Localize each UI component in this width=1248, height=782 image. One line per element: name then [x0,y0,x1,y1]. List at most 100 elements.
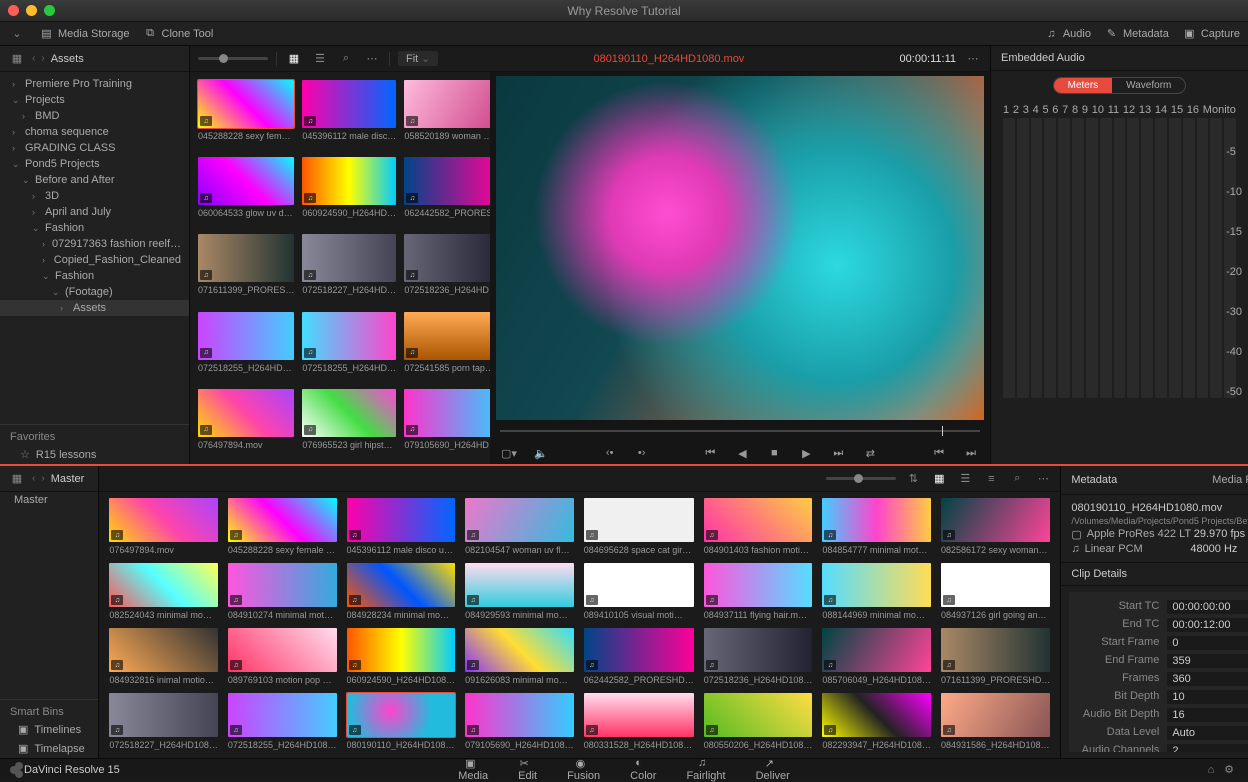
clip-thumbnail[interactable]: ♫072518255_H264HD… [198,312,294,379]
tree-item[interactable]: ⌄Pond5 Projects [0,156,189,172]
clip-thumbnail[interactable]: ♫060064533 glow uv d… [198,157,294,224]
pool-thumbnail[interactable]: ♫062442582_PRORESHD… [584,628,694,685]
pool-back-icon[interactable]: ‹ [32,473,35,484]
pool-thumbnail[interactable]: ♫089410105 visual moti… [584,563,694,620]
thumbnail-size-slider[interactable] [198,57,268,60]
clip-thumbnail[interactable]: ♫076497894.mov [198,389,294,456]
pool-thumbnail[interactable]: ♫091626083 minimal mo… [465,628,574,685]
app-logo[interactable]: DaVinci Resolve 15 [10,764,120,776]
pool-thumbnail[interactable]: ♫085706049_H264HD108… [822,628,931,685]
pool-thumbnail[interactable]: ♫084901403 fashion moti… [704,498,813,555]
prev-clip-icon[interactable]: ⏮ [930,444,948,462]
tree-item[interactable]: ›Assets [0,300,189,316]
pool-thumbnail[interactable]: ♫084937111 flying hair.m… [704,563,813,620]
pool-grid-icon[interactable]: ▦ [930,470,948,488]
pool-thumbnail[interactable]: ♫084937126 girl going an… [941,563,1050,620]
smart-bin-timelines[interactable]: ▣Timelines [0,720,98,739]
options-icon[interactable]: ⋯ [363,50,381,68]
clip-thumbnail[interactable]: ♫072518236_H264HD… [404,234,490,301]
pool-thumbnail[interactable]: ♫045396112 male disco u… [347,498,456,555]
detail-value[interactable]: 10 [1167,690,1248,704]
mark-out-icon[interactable]: •› [633,444,651,462]
mark-in-icon[interactable]: ‹• [601,444,619,462]
tree-item[interactable]: ›Premiere Pro Training [0,76,189,92]
tree-item[interactable]: ⌄Fashion [0,268,189,284]
tree-item[interactable]: ›GRADING CLASS [0,140,189,156]
capture-button[interactable]: ▣Capture [1183,27,1240,40]
pool-search-icon[interactable]: ⌕ [1008,470,1026,488]
pool-thumbnail[interactable]: ♫072518227_H264HD108… [109,693,218,750]
audio-button[interactable]: ♫Audio [1045,27,1091,40]
next-clip-icon[interactable]: ⏭ [962,444,980,462]
page-color[interactable]: ◐Color [630,757,656,782]
pool-thumbnail[interactable]: ♫084695628 space cat gir… [584,498,694,555]
settings-icon[interactable]: ⚙ [1220,761,1238,779]
grid-view-icon[interactable]: ▦ [285,50,303,68]
pool-thumbnail[interactable]: ♫084928234 minimal mo… [347,563,456,620]
viewer-scrubber[interactable] [500,424,980,438]
clip-thumbnail[interactable]: ♫072541585 porn tap… [404,312,490,379]
tree-item[interactable]: ›choma sequence [0,124,189,140]
viewer-image[interactable] [496,76,984,420]
tree-item[interactable]: ›3D [0,188,189,204]
workspace-menu-icon[interactable]: ⌄ [8,25,26,43]
clip-thumbnail[interactable]: ♫079105690_H264HD… [404,389,490,456]
pool-thumbnail[interactable]: ♫072518255_H264HD108… [228,693,337,750]
tree-item[interactable]: ⌄(Footage) [0,284,189,300]
clip-thumbnail[interactable]: ♫072518255_H264HD… [302,312,396,379]
nav-forward-icon[interactable]: › [41,53,44,64]
clip-thumbnail[interactable]: ♫076965523 girl hipst… [302,389,396,456]
sort-icon[interactable]: ⇅ [904,470,922,488]
tree-item[interactable]: ⌄Before and After [0,172,189,188]
play-icon[interactable]: ▶ [797,444,815,462]
tree-item[interactable]: ›Copied_Fashion_Cleaned [0,252,189,268]
tree-item[interactable]: ›072917363 fashion reelf… [0,236,189,252]
page-deliver[interactable]: ↗Deliver [756,757,790,782]
pool-options-icon[interactable]: ⋯ [1034,470,1052,488]
pool-thumbnail[interactable]: ♫045288228 sexy female … [228,498,337,555]
loop-icon[interactable]: ⇄ [861,444,879,462]
last-frame-icon[interactable]: ⏭ [829,444,847,462]
pool-thumbnail[interactable]: ♫060924590_H264HD108… [347,628,456,685]
tree-item[interactable]: ⌄Fashion [0,220,189,236]
nav-back-icon[interactable]: ‹ [32,53,35,64]
pool-thumbnail[interactable]: ♫076497894.mov [109,498,218,555]
tree-item[interactable]: ⌄Projects [0,92,189,108]
pool-thumbnail[interactable]: ♫084929593 minimal mo… [465,563,574,620]
pool-thumbnail[interactable]: ♫080331528_H264HD108… [584,693,694,750]
pool-thumbnail[interactable]: ♫082293947_H264HD108… [822,693,931,750]
viewer-options-icon[interactable]: ⋯ [964,50,982,68]
page-edit[interactable]: ✂Edit [518,757,537,782]
detail-value[interactable]: 359 [1167,654,1248,668]
pool-thumbnail[interactable]: ♫080190110_H264HD108… [347,693,456,750]
clip-thumbnail[interactable]: ♫058520189 woman … [404,80,490,147]
pool-strip-icon[interactable]: ≡ [982,470,1000,488]
clip-thumbnail[interactable]: ♫045396112 male disc… [302,80,396,147]
pool-layout-icon[interactable]: ▦ [8,470,26,488]
detail-value[interactable]: 16 [1167,708,1248,722]
pool-thumbnail[interactable]: ♫089769103 motion pop … [228,628,337,685]
pool-thumbnail[interactable]: ♫084931586_H264HD108… [941,693,1050,750]
pool-thumbnail[interactable]: ♫084932816 inimal motio… [109,628,218,685]
clip-thumbnail[interactable]: ♫062442582_PRORES… [404,157,490,224]
pool-thumbnail[interactable]: ♫084910274 minimal mot… [228,563,337,620]
pool-thumbnail[interactable]: ♫082104547 woman uv fl… [465,498,574,555]
stop-icon[interactable]: ■ [765,444,783,462]
pool-forward-icon[interactable]: › [41,473,44,484]
pool-thumbnail[interactable]: ♫072518236_H264HD108… [704,628,813,685]
metadata-tab[interactable]: Media Pool [1212,474,1248,486]
page-fusion[interactable]: ◉Fusion [567,757,600,782]
pool-thumb-slider[interactable] [826,477,896,480]
clip-thumbnail[interactable]: ♫060924590_H264HD… [302,157,396,224]
tree-item[interactable]: ›BMD [0,108,189,124]
pool-thumbnail[interactable]: ♫088144969 minimal mo… [822,563,931,620]
detail-value[interactable]: 0 [1167,636,1248,650]
smart-bin-timelapse[interactable]: ▣Timelapse [0,739,98,758]
page-media[interactable]: ▣Media [458,757,488,782]
pool-thumbnail[interactable]: ♫082586172 sexy woman… [941,498,1050,555]
clip-thumbnail[interactable]: ♫071611399_PRORES… [198,234,294,301]
page-fairlight[interactable]: ♫Fairlight [686,757,725,782]
pool-thumbnail[interactable]: ♫071611399_PRORESHD… [941,628,1050,685]
waveform-tab[interactable]: Waveform [1112,78,1185,93]
fit-selector[interactable]: Fit ⌄ [398,51,438,66]
